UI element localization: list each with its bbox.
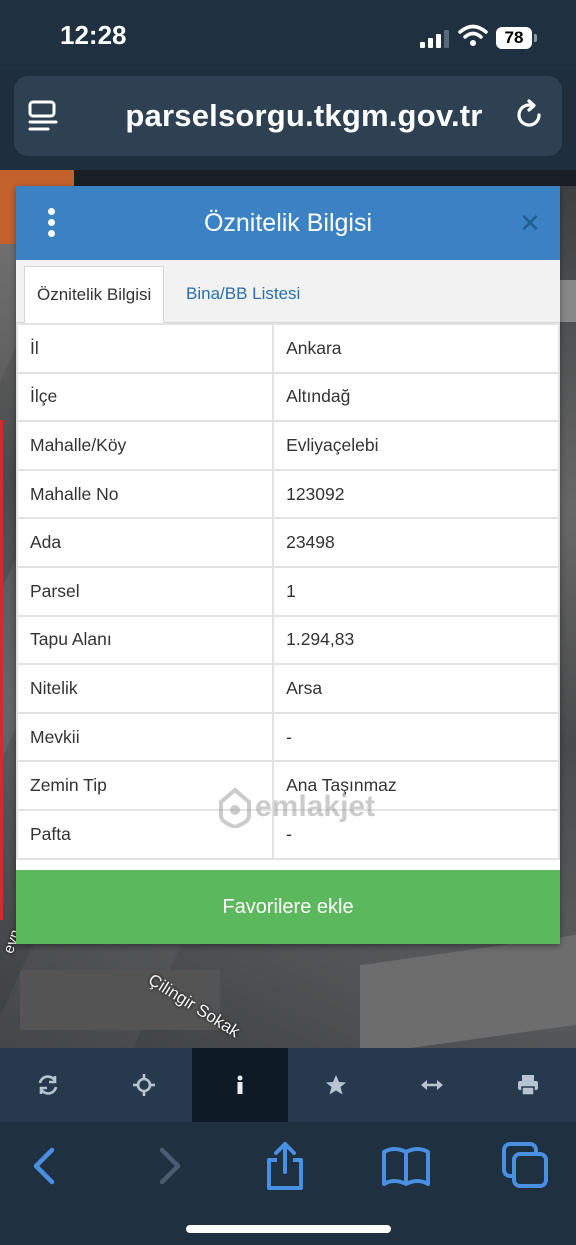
print-icon — [518, 1075, 538, 1096]
measure-icon — [421, 1080, 443, 1090]
address-bar[interactable]: parselsorgu.tkgm.gov.tr — [14, 76, 562, 156]
reader-mode-icon[interactable] — [28, 100, 60, 132]
attribute-label: Parsel — [15, 565, 275, 617]
attribute-value: 123092 — [272, 468, 560, 520]
reload-icon[interactable] — [512, 98, 546, 132]
table-row: Mahalle No 123092 — [15, 468, 560, 520]
watermark: emlakjet — [219, 784, 375, 830]
attribute-value: - — [272, 711, 560, 763]
attribute-label: Tapu Alanı — [15, 614, 275, 666]
home-indicator — [186, 1225, 391, 1233]
tabs-icon[interactable] — [500, 1140, 552, 1192]
attribute-label: Nitelik — [15, 663, 275, 714]
share-icon[interactable] — [259, 1140, 311, 1192]
attribute-label: Ada — [15, 517, 275, 568]
dialog-title: Öznitelik Bilgisi — [203, 209, 373, 237]
attribute-value: 1 — [272, 565, 560, 617]
status-time: 12:28 — [60, 20, 127, 50]
bookmarks-icon[interactable] — [380, 1140, 432, 1192]
attribute-table: İl Ankara İlçe Altındağ Mahalle/Köy Evliyaçel… — [15, 323, 560, 860]
table-row: İl Ankara — [15, 323, 560, 374]
attribute-value: Evliyaçelebi — [272, 420, 560, 471]
status-bar: 12:28 78 — [0, 0, 576, 70]
toolbar-print[interactable] — [480, 1048, 576, 1122]
tab-building-list[interactable]: Bina/BB Listesi — [174, 266, 312, 322]
attribute-label: Mahalle No — [15, 468, 275, 520]
parcel-boundary — [0, 420, 3, 920]
table-row: Tapu Alanı 1.294,83 — [15, 614, 560, 666]
tab-attribute-info[interactable]: Öznitelik Bilgisi — [24, 266, 165, 324]
attribute-value: Altındağ — [272, 371, 560, 423]
watermark-text: emlakjet — [255, 790, 376, 823]
attribute-label: İlçe — [15, 371, 275, 423]
table-row: İlçe Altındağ — [15, 371, 560, 423]
toolbar-measure[interactable] — [384, 1048, 480, 1122]
toolbar-locate[interactable] — [96, 1048, 192, 1122]
table-row: Mevkii - — [15, 711, 560, 763]
table-row: Mahalle/Köy Evliyaçelebi — [15, 420, 560, 471]
toolbar-refresh[interactable] — [0, 1048, 96, 1122]
battery-icon: 78 — [496, 27, 540, 49]
wifi-icon — [458, 24, 488, 46]
forward-icon[interactable] — [142, 1140, 194, 1192]
dialog-header: Öznitelik Bilgisi ✕ — [16, 186, 560, 260]
cellular-signal-icon — [420, 30, 449, 48]
table-row: Ada 23498 — [15, 517, 560, 568]
table-row: Nitelik Arsa — [15, 663, 560, 714]
battery-level: 78 — [496, 27, 532, 49]
toolbar-info[interactable] — [192, 1048, 288, 1122]
table-row: Parsel 1 — [15, 565, 560, 617]
attribute-label: Mevkii — [15, 711, 275, 763]
close-icon[interactable]: ✕ — [516, 208, 544, 238]
attribute-label: İl — [15, 323, 275, 374]
house-pin-icon — [219, 788, 251, 829]
star-icon — [326, 1075, 346, 1095]
locate-icon — [133, 1074, 155, 1096]
info-icon — [237, 1075, 243, 1094]
toolbar-favorites[interactable] — [288, 1048, 384, 1122]
attribute-value: 1.294,83 — [272, 614, 560, 666]
attribute-value: 23498 — [272, 517, 560, 568]
attribute-label: Mahalle/Köy — [15, 420, 275, 471]
add-to-favorites-button[interactable]: Favorilere ekle — [16, 870, 560, 944]
back-icon[interactable] — [22, 1140, 74, 1192]
attribute-value: Arsa — [272, 663, 560, 714]
tab-bar: Öznitelik Bilgisi Bina/BB Listesi — [16, 260, 560, 324]
refresh-icon — [38, 1075, 58, 1095]
map-toolbar — [0, 1048, 576, 1122]
attribute-info-dialog: Öznitelik Bilgisi ✕ Öznitelik Bilgisi Bi… — [15, 186, 560, 944]
url-text[interactable]: parselsorgu.tkgm.gov.tr — [84, 76, 524, 156]
attribute-value: Ankara — [272, 323, 560, 374]
